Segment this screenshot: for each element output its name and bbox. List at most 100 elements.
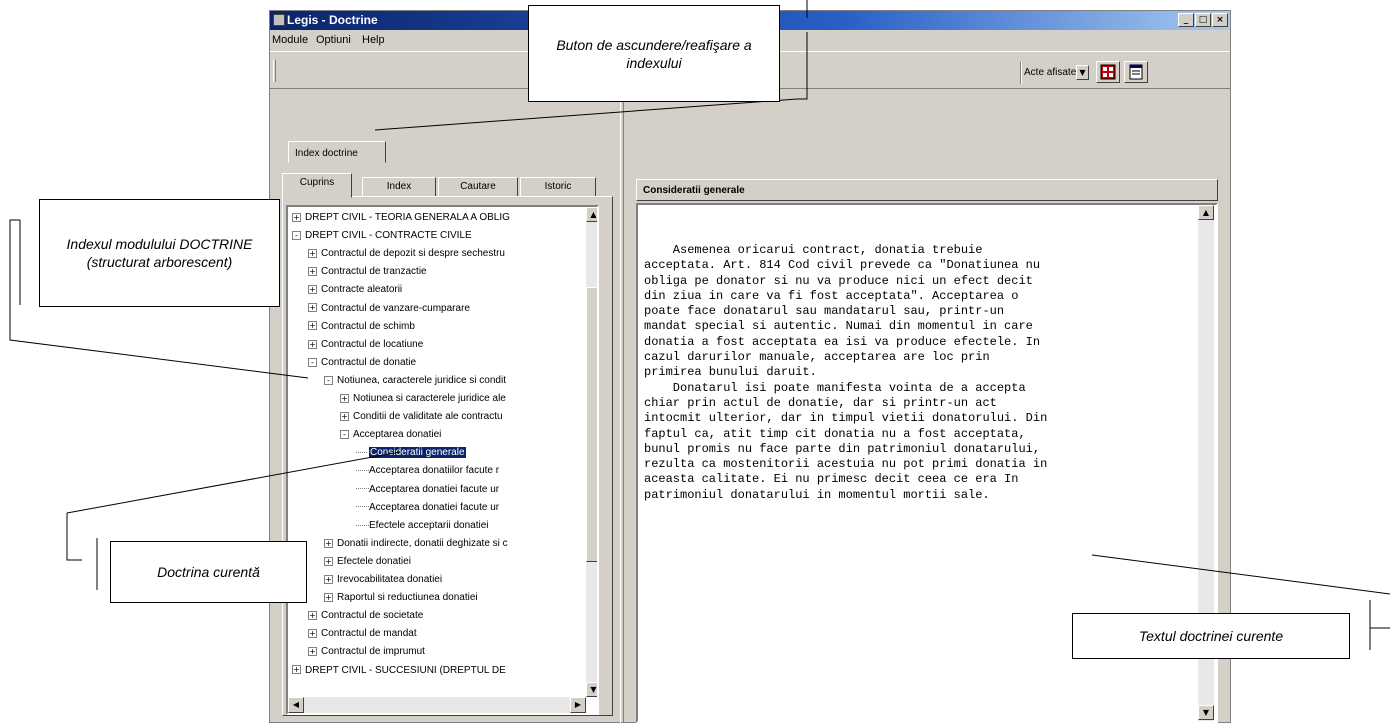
- doc-scroll-down-arrow[interactable]: ▼: [1198, 705, 1214, 720]
- toggle-index-button[interactable]: [1096, 61, 1120, 83]
- doctrine-tree[interactable]: + DREPT CIVIL - SUCCESIUNI (DREPTUL DE + Co…: [286, 205, 599, 715]
- tree-item[interactable]: - Notiunea, caracterele juridice si condi…: [324, 373, 506, 389]
- tree-item[interactable]: Acceptarea donatiei facute ur: [356, 482, 499, 498]
- tree-item[interactable]: + Contractul de locatiune: [308, 337, 423, 353]
- tree-item[interactable]: + Contractul de vanzare-cumparare: [308, 301, 470, 317]
- scroll-thumb[interactable]: [586, 287, 597, 562]
- expand-icon[interactable]: +: [324, 574, 333, 584]
- tree-item[interactable]: + Contractul de tranzactie: [308, 264, 427, 280]
- minimize-button[interactable]: _: [1178, 13, 1194, 27]
- tree-item[interactable]: + Efectele donatiei: [324, 554, 411, 570]
- collapse-icon[interactable]: -: [308, 357, 317, 367]
- tree-item[interactable]: + Conditii de validitate ale contractu: [340, 409, 503, 425]
- tree-item-label: Contractul de societate: [321, 610, 424, 622]
- tree-item-label: Donatii indirecte, donatii deghizate si …: [337, 537, 508, 549]
- menu-help[interactable]: Help: [362, 34, 385, 46]
- grid-icon: [1100, 64, 1116, 80]
- expand-icon[interactable]: +: [340, 411, 349, 421]
- scroll-up-arrow[interactable]: ▲: [586, 207, 597, 222]
- tab-istoric[interactable]: Istoric: [520, 177, 596, 197]
- tree-horizontal-scrollbar[interactable]: ◀ ▶: [288, 697, 586, 713]
- scroll-right-arrow[interactable]: ▶: [570, 697, 586, 713]
- tree-item[interactable]: - Contractul de donatie: [308, 355, 416, 371]
- document-line: patrimoniul donatarului in momentul mort…: [644, 487, 990, 502]
- menu-optiuni[interactable]: Optiuni: [316, 34, 351, 46]
- menu-module[interactable]: Module: [272, 34, 308, 46]
- expand-icon[interactable]: +: [308, 339, 317, 349]
- document-line: faptul ca, atit timp cit donatia nu a fo…: [644, 426, 1026, 441]
- expand-icon[interactable]: +: [324, 538, 333, 548]
- tree-vertical-scrollbar[interactable]: ▲ ▼: [586, 207, 597, 697]
- acts-shown-label[interactable]: Acte afisate: [1024, 67, 1076, 78]
- doc-scroll-up-arrow[interactable]: ▲: [1198, 205, 1214, 220]
- tree-item[interactable]: Acceptarea donatiei facute ur: [356, 500, 499, 516]
- expand-icon[interactable]: +: [292, 212, 301, 222]
- tree-item[interactable]: + Irevocabilitatea donatiei: [324, 572, 442, 588]
- tree-item-label: Acceptarea donatiilor facute r: [369, 465, 500, 477]
- expand-icon[interactable]: +: [308, 249, 317, 259]
- tree-item[interactable]: + Raportul si reductiunea donatiei: [324, 590, 478, 606]
- tree-item[interactable]: + Contractul de schimb: [308, 319, 415, 335]
- tree-item[interactable]: + Contractul de imprumut: [308, 644, 425, 660]
- collapse-icon[interactable]: -: [292, 230, 301, 240]
- tree-item-label: Irevocabilitatea donatiei: [337, 574, 443, 585]
- tab-cuprins[interactable]: Cuprins: [282, 173, 352, 198]
- tree-item[interactable]: - DREPT CIVIL - CONTRACTE CIVILE: [292, 228, 472, 244]
- tree-item[interactable]: + DREPT CIVIL - SUCCESIUNI (DREPTUL DE: [292, 663, 506, 679]
- tree-item[interactable]: Consideratii generale: [356, 445, 467, 461]
- tree-item[interactable]: - Acceptarea donatiei: [340, 427, 441, 443]
- index-doctrine-header: Index doctrine: [288, 141, 386, 163]
- tree-item-label: Contracte aleatorii: [321, 284, 403, 296]
- toolbar-grip[interactable]: [273, 60, 276, 82]
- expand-icon[interactable]: +: [292, 665, 301, 675]
- document-view-button[interactable]: [1124, 61, 1148, 83]
- expand-icon[interactable]: +: [324, 592, 333, 602]
- tree-item[interactable]: + Notiunea si caracterele juridice ale: [340, 391, 506, 407]
- expand-icon[interactable]: +: [324, 556, 333, 566]
- index-pane: Index doctrine Cuprins Index Cautare Ist…: [270, 91, 620, 723]
- tree-item-label: Acceptarea donatiei facute ur: [369, 483, 500, 495]
- expand-icon[interactable]: +: [308, 321, 317, 331]
- document-line: chiar prin actul de donatie, dar si prin…: [644, 395, 997, 410]
- tree-item[interactable]: + Contractul de depozit si despre sechest…: [308, 246, 505, 262]
- tab-index[interactable]: Index: [362, 177, 436, 197]
- tree-item-label: Contractul de imprumut: [321, 646, 425, 658]
- index-callout: Indexul modulului DOCTRINE (structurat a…: [39, 199, 280, 307]
- document-line: obliga pe donator si nu va produce nici …: [644, 273, 1033, 288]
- tree-item[interactable]: + Donatii indirecte, donatii deghizate si…: [324, 536, 508, 552]
- tab-cautare[interactable]: Cautare: [438, 177, 518, 197]
- document-line: cazul darurilor manuale, acceptarea are …: [644, 350, 990, 365]
- document-line: din ziua in care va fi fost acceptata". …: [644, 288, 1019, 303]
- expand-icon[interactable]: +: [308, 629, 317, 639]
- expand-icon[interactable]: +: [308, 303, 317, 313]
- collapse-icon[interactable]: -: [324, 375, 333, 385]
- close-button[interactable]: ×: [1212, 13, 1228, 27]
- app-icon: [273, 14, 285, 26]
- tree-item[interactable]: Acceptarea donatiilor facute r: [356, 463, 499, 479]
- tree-item[interactable]: + Contracte aleatorii: [308, 282, 402, 298]
- tree-connector: [356, 470, 369, 472]
- scroll-left-arrow[interactable]: ◀: [288, 697, 304, 713]
- tree-item[interactable]: Efectele acceptarii donatiei: [356, 518, 489, 534]
- maximize-button[interactable]: □: [1195, 13, 1211, 27]
- expand-icon[interactable]: +: [308, 611, 317, 621]
- document-line: bunul promis nu face parte din patrimoni…: [644, 441, 1041, 456]
- tree-item[interactable]: + Contractul de mandat: [308, 626, 417, 642]
- tree-item-label: Notiunea, caracterele juridice si condit: [337, 374, 506, 386]
- toggle-index-callout: Buton de ascundere/reafişare a indexului: [528, 5, 780, 102]
- tree-item[interactable]: + DREPT CIVIL - TEORIA GENERALA A OBLIG: [292, 210, 510, 226]
- tree-item-label: Contractul de locatiune: [321, 338, 424, 350]
- scroll-down-arrow[interactable]: ▼: [586, 682, 597, 697]
- expand-icon[interactable]: +: [340, 393, 349, 403]
- collapse-icon[interactable]: -: [340, 430, 349, 440]
- document-title: Consideratii generale: [636, 179, 1218, 201]
- document-line: rezulta ca mostenitorii acestuia nu pot …: [644, 457, 1048, 472]
- acts-dropdown-button[interactable]: ▼: [1076, 65, 1089, 80]
- expand-icon[interactable]: +: [308, 267, 317, 277]
- tree-connector: [356, 524, 369, 526]
- tree-item-label: Efectele acceptarii donatiei: [369, 519, 489, 531]
- expand-icon[interactable]: +: [308, 647, 317, 657]
- tree-item[interactable]: + Contractul de societate: [308, 608, 423, 624]
- expand-icon[interactable]: +: [308, 285, 317, 295]
- toolbar-separator: [1020, 62, 1022, 84]
